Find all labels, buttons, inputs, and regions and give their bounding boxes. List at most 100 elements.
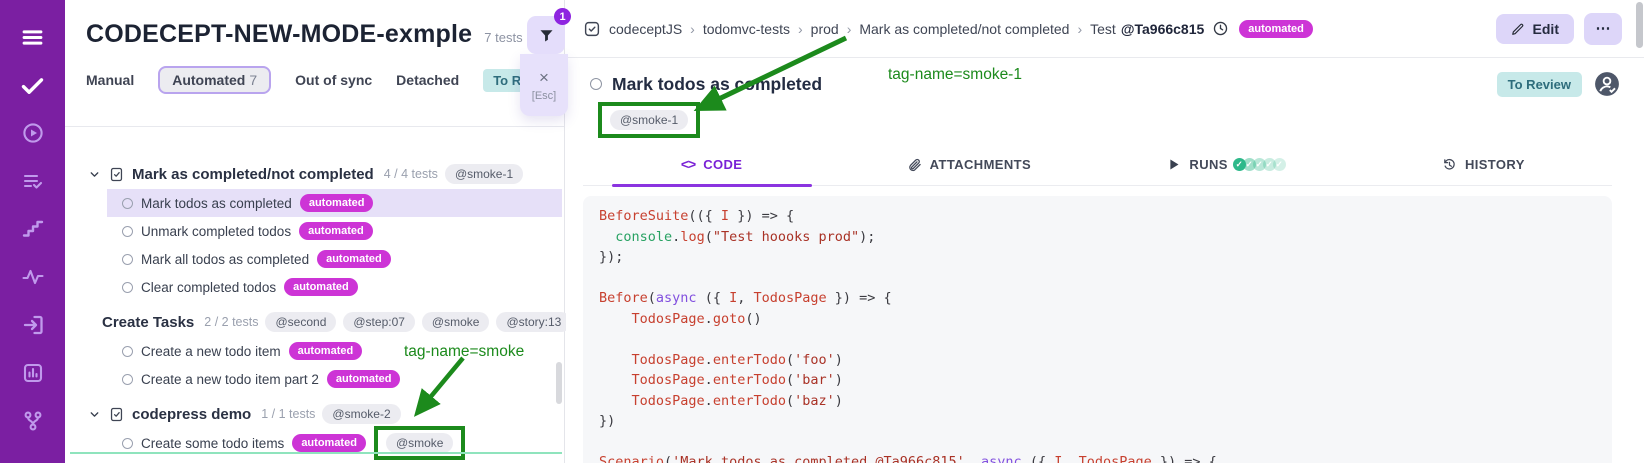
tab-code-label: CODE bbox=[703, 157, 742, 172]
chevron-down-icon bbox=[88, 168, 101, 181]
rail-pulse-icon[interactable] bbox=[16, 260, 50, 294]
test-doc-icon bbox=[583, 20, 601, 38]
rail-analytics-icon[interactable] bbox=[16, 356, 50, 390]
annotation-box-smoke: @smoke bbox=[374, 426, 466, 460]
code-line: Scenario('Mark todos as completed @Ta966… bbox=[599, 452, 1596, 463]
tab-code[interactable]: <> CODE bbox=[583, 146, 840, 185]
breadcrumb-separator: › bbox=[690, 21, 695, 37]
breadcrumb-item[interactable]: Mark as completed/not completed bbox=[859, 21, 1069, 37]
tests-count: 7 tests bbox=[484, 30, 522, 45]
tab-history-label: HISTORY bbox=[1465, 157, 1525, 172]
test-title: Mark todos as completed bbox=[612, 74, 822, 95]
test-tree: Mark as completed/not completed4 / 4 tes… bbox=[65, 127, 564, 457]
edit-button[interactable]: Edit bbox=[1496, 14, 1574, 44]
history-clock-icon[interactable] bbox=[1212, 20, 1229, 37]
filter-button[interactable]: 1 bbox=[527, 16, 565, 54]
breadcrumb-separator: › bbox=[1077, 21, 1082, 37]
breadcrumb-separator: › bbox=[798, 21, 803, 37]
tab-automated[interactable]: Automated7 bbox=[158, 66, 271, 94]
pencil-icon bbox=[1511, 22, 1525, 36]
automation-badge: automated bbox=[327, 370, 401, 388]
suite-name: Create Tasks bbox=[102, 314, 194, 331]
runs-play-icon bbox=[21, 121, 45, 145]
test-row[interactable]: Clear completed todosautomated bbox=[107, 273, 562, 301]
breadcrumb-separator: › bbox=[847, 21, 852, 37]
test-name: Unmark completed todos bbox=[141, 224, 291, 239]
suite-row[interactable]: Mark as completed/not completed4 / 4 tes… bbox=[65, 159, 564, 189]
tab-runs-label: RUNS bbox=[1189, 157, 1227, 172]
test-plan-icon bbox=[21, 169, 45, 193]
left-nav-rail bbox=[0, 0, 65, 463]
esc-hint: [Esc] bbox=[532, 90, 556, 102]
suite-tag[interactable]: @smoke-2 bbox=[322, 404, 400, 424]
test-row[interactable]: Create a new todo itemautomated bbox=[107, 337, 562, 365]
test-status-circle bbox=[122, 346, 133, 357]
more-actions-button[interactable]: ⋯ bbox=[1584, 13, 1622, 45]
rail-steps-icon[interactable] bbox=[16, 212, 50, 246]
tests-panel: CODECEPT-NEW-MODE-exmple 7 tests Manual A… bbox=[65, 0, 565, 463]
suite-tag[interactable]: @smoke-1 bbox=[445, 164, 523, 184]
close-icon[interactable]: × bbox=[539, 69, 549, 86]
test-row[interactable]: Create some todo itemsautomated@smoke bbox=[107, 429, 562, 457]
tests-filter-tabs: ManualAutomated7Out of syncDetachedTo Re… bbox=[86, 72, 548, 88]
code-editor[interactable]: BeforeSuite(({ I }) => { console.log("Te… bbox=[583, 196, 1612, 463]
suite-tag[interactable]: @second bbox=[265, 312, 336, 332]
tests-check-icon bbox=[19, 72, 46, 99]
rail-test-plan-icon[interactable] bbox=[16, 164, 50, 198]
breadcrumb-test-id[interactable]: @Ta966c815 bbox=[1121, 21, 1204, 37]
rail-runs-play-icon[interactable] bbox=[16, 116, 50, 150]
paperclip-icon bbox=[907, 157, 922, 172]
app-root: CODECEPT-NEW-MODE-exmple 7 tests Manual A… bbox=[0, 0, 1644, 463]
test-row[interactable]: Create a new todo item part 2automated bbox=[107, 365, 562, 393]
automation-badge: automated bbox=[292, 434, 366, 452]
test-tag[interactable]: @smoke bbox=[386, 433, 454, 453]
play-icon bbox=[1166, 157, 1181, 172]
suite-row[interactable]: Create Tasks2 / 2 tests@second@step:07@s… bbox=[65, 307, 564, 337]
test-detail-panel: codeceptJS › todomvc-tests › prod › Mark as co… bbox=[566, 0, 1644, 463]
menu-icon bbox=[19, 24, 46, 51]
page-scrollbar[interactable] bbox=[1636, 0, 1644, 463]
tab-detached[interactable]: Detached bbox=[396, 72, 459, 88]
suite-tag[interactable]: @smoke bbox=[422, 312, 490, 332]
suite-doc-icon bbox=[108, 406, 125, 423]
rail-branch-icon[interactable] bbox=[16, 404, 50, 438]
test-status-circle bbox=[122, 282, 133, 293]
filter-icon bbox=[538, 27, 555, 44]
test-row[interactable]: Mark todos as completedautomated bbox=[107, 189, 562, 217]
breadcrumb-item[interactable]: codeceptJS bbox=[609, 21, 682, 37]
rail-menu-icon[interactable] bbox=[16, 20, 50, 54]
test-title-row: Mark todos as completed To Review bbox=[566, 58, 1644, 97]
breadcrumb-item[interactable]: todomvc-tests bbox=[703, 21, 790, 37]
rail-import-icon[interactable] bbox=[16, 308, 50, 342]
run-result-passed-icon[interactable]: ✓ bbox=[1273, 158, 1286, 171]
tests-panel-scrollbar[interactable] bbox=[556, 362, 562, 404]
rail-tests-check-icon[interactable] bbox=[16, 68, 50, 102]
code-line bbox=[599, 268, 1596, 289]
steps-icon bbox=[21, 217, 45, 241]
test-status-circle bbox=[122, 198, 133, 209]
tab-history[interactable]: HISTORY bbox=[1355, 146, 1612, 185]
test-row[interactable]: Mark all todos as completedautomated bbox=[107, 245, 562, 273]
project-title: CODECEPT-NEW-MODE-exmple bbox=[86, 20, 472, 49]
tab-out-of-sync[interactable]: Out of sync bbox=[295, 72, 372, 88]
status-badge[interactable]: To Review bbox=[1497, 72, 1582, 97]
code-line: TodosPage.goto() bbox=[599, 309, 1596, 330]
test-tag-smoke-1[interactable]: @smoke-1 bbox=[610, 110, 688, 130]
suite-tag[interactable]: @story:13 bbox=[496, 312, 571, 332]
page-scrollbar-thumb[interactable] bbox=[1636, 2, 1643, 48]
breadcrumb-item[interactable]: prod bbox=[811, 21, 839, 37]
reviewer-avatar[interactable] bbox=[1594, 71, 1620, 97]
tab-runs[interactable]: RUNS ✓✓✓✓✓ bbox=[1098, 146, 1355, 185]
breadcrumb-test-label: Test bbox=[1090, 21, 1116, 37]
test-row[interactable]: Unmark completed todosautomated bbox=[107, 217, 562, 245]
test-name: Create a new todo item bbox=[141, 344, 281, 359]
tab-manual[interactable]: Manual bbox=[86, 72, 134, 88]
suite-name: Mark as completed/not completed bbox=[132, 166, 374, 183]
suite-tag[interactable]: @step:07 bbox=[343, 312, 415, 332]
filter-count-badge: 1 bbox=[554, 8, 571, 25]
suite-doc-icon bbox=[108, 166, 125, 183]
code-line bbox=[599, 329, 1596, 350]
tab-attachments[interactable]: ATTACHMENTS bbox=[840, 146, 1097, 185]
automation-badge: automated bbox=[317, 250, 391, 268]
suite-row[interactable]: codepress demo1 / 1 tests@smoke-2 bbox=[65, 399, 564, 429]
